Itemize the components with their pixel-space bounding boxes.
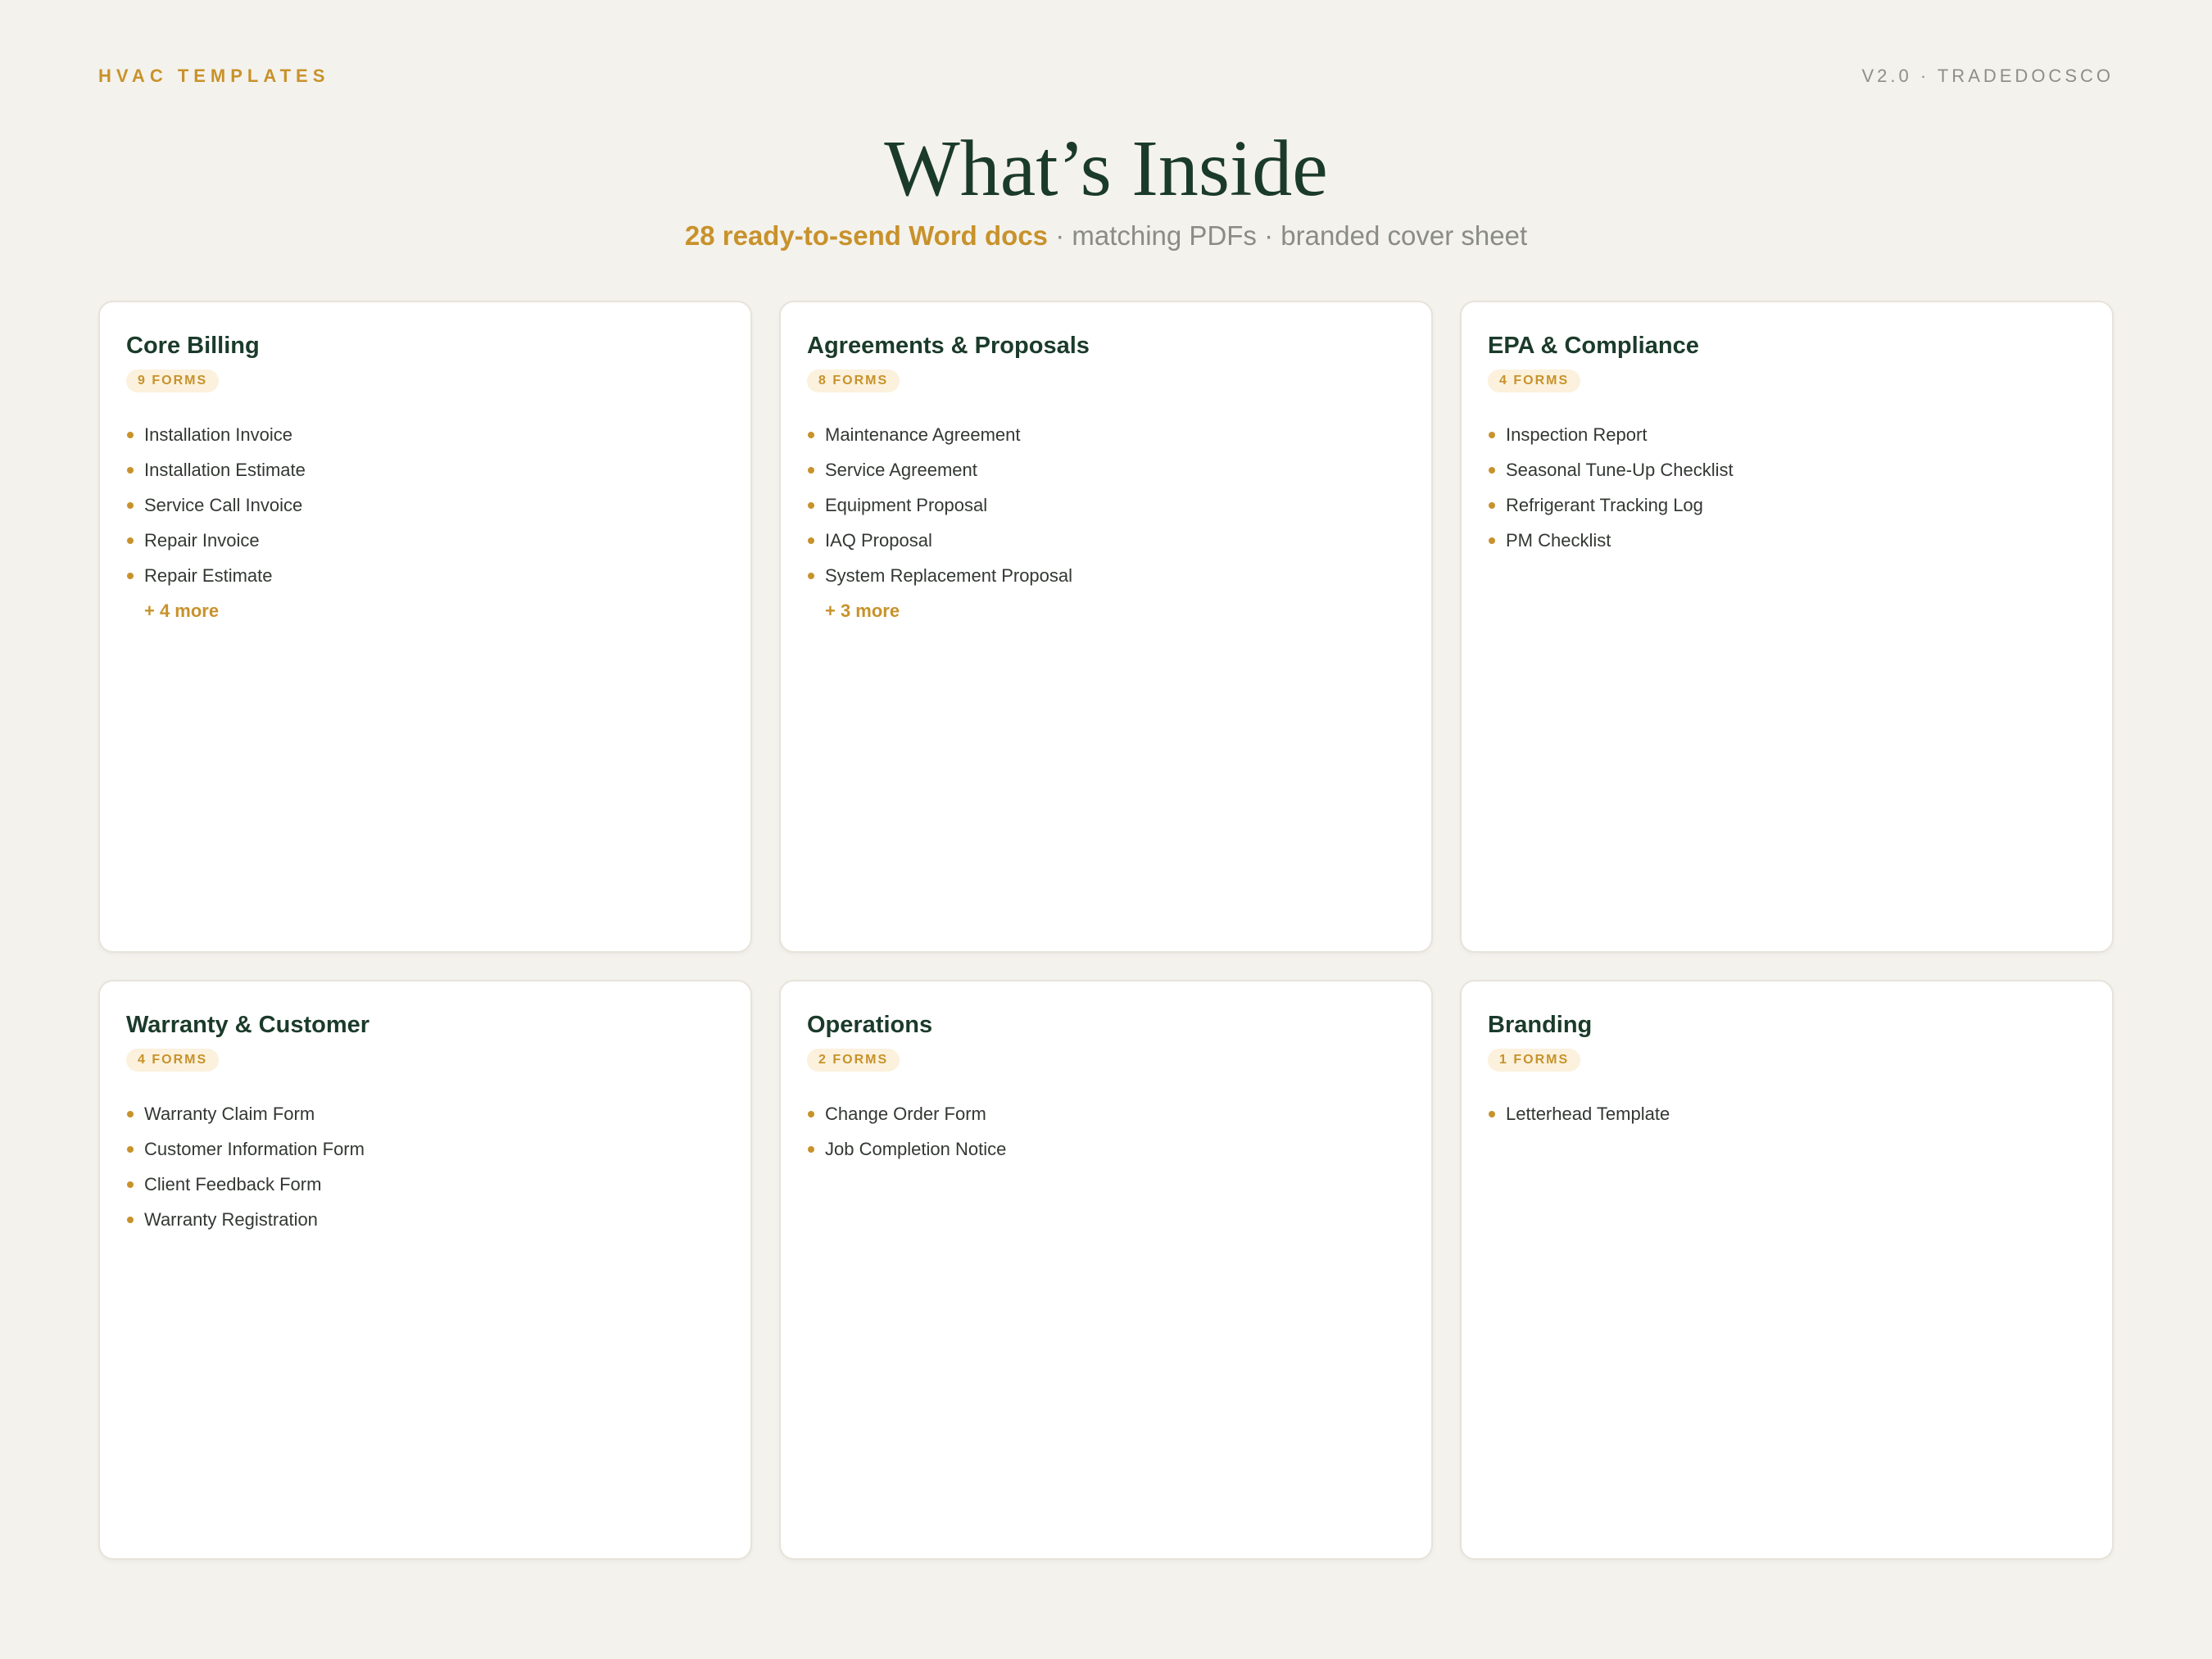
form-list-item: Service Call Invoice	[126, 487, 724, 523]
bullet-icon	[1489, 432, 1495, 438]
subtitle-rest: · matching PDFs · branded cover sheet	[1048, 220, 1528, 251]
form-count-badge: 9 FORMS	[126, 369, 220, 392]
form-name: Service Agreement	[825, 460, 977, 480]
bullet-icon	[808, 467, 814, 474]
form-count-badge: 4 FORMS	[126, 1049, 220, 1072]
form-name: Letterhead Template	[1506, 1104, 1670, 1124]
more-forms-link[interactable]: + 3 more	[807, 593, 1405, 628]
form-name: Warranty Claim Form	[144, 1104, 315, 1124]
form-name: Job Completion Notice	[825, 1139, 1007, 1159]
form-list: Inspection Report Seasonal Tune-Up Checkl…	[1488, 417, 2086, 558]
form-name: IAQ Proposal	[825, 530, 932, 551]
form-list-item: Change Order Form	[807, 1096, 1405, 1131]
form-list-item: Repair Estimate	[126, 558, 724, 593]
form-list-item: Warranty Registration	[126, 1202, 724, 1237]
form-list-item: Maintenance Agreement	[807, 417, 1405, 452]
bullet-icon	[808, 1111, 814, 1117]
bullet-icon	[808, 537, 814, 544]
form-list-item: Inspection Report	[1488, 417, 2086, 452]
bullet-icon	[127, 1181, 134, 1188]
bullet-icon	[808, 432, 814, 438]
category-card-warranty-customer: Warranty & Customer 4 FORMS Warranty Claim…	[98, 980, 752, 1560]
form-list-item: Client Feedback Form	[126, 1167, 724, 1202]
bullet-icon	[1489, 502, 1495, 509]
card-title: Agreements & Proposals	[807, 333, 1090, 359]
form-name: Customer Information Form	[144, 1139, 365, 1159]
form-name: Change Order Form	[825, 1104, 986, 1124]
card-title: Branding	[1488, 1012, 1593, 1038]
form-list-item: Warranty Claim Form	[126, 1096, 724, 1131]
form-name: Service Call Invoice	[144, 495, 303, 515]
bullet-icon	[127, 573, 134, 579]
form-list: Change Order Form Job Completion Notice	[807, 1096, 1405, 1167]
form-name: Refrigerant Tracking Log	[1506, 495, 1703, 515]
bullet-icon	[808, 1146, 814, 1153]
category-grid: Core Billing 9 FORMS Installation Invoice I…	[98, 301, 2114, 1560]
form-list-item: Equipment Proposal	[807, 487, 1405, 523]
form-list-item: Seasonal Tune-Up Checklist	[1488, 452, 2086, 487]
form-count-badge: 2 FORMS	[807, 1049, 900, 1072]
card-title: Operations	[807, 1012, 933, 1038]
form-name: PM Checklist	[1506, 530, 1611, 551]
bullet-icon	[808, 573, 814, 579]
form-list-item: Refrigerant Tracking Log	[1488, 487, 2086, 523]
category-card-operations: Operations 2 FORMS Change Order Form Job Co…	[779, 980, 1433, 1560]
category-card-core-billing: Core Billing 9 FORMS Installation Invoice I…	[98, 301, 752, 953]
version-label: V2.0 · TRADEDOCSCO	[1861, 66, 2114, 86]
form-list: Maintenance Agreement Service Agreement Eq…	[807, 417, 1405, 593]
form-name: Seasonal Tune-Up Checklist	[1506, 460, 1734, 480]
form-list: Installation Invoice Installation Estimat…	[126, 417, 724, 593]
form-list-item: IAQ Proposal	[807, 523, 1405, 558]
category-card-epa-compliance: EPA & Compliance 4 FORMS Inspection Report…	[1460, 301, 2114, 953]
card-title: EPA & Compliance	[1488, 333, 1699, 359]
page-subtitle: 28 ready-to-send Word docs · matching PD…	[0, 217, 2212, 255]
bullet-icon	[1489, 467, 1495, 474]
form-list-item: System Replacement Proposal	[807, 558, 1405, 593]
category-card-agreements: Agreements & Proposals 8 FORMS Maintenance…	[779, 301, 1433, 953]
form-name: Equipment Proposal	[825, 495, 988, 515]
bullet-icon	[808, 502, 814, 509]
form-list-item: Repair Invoice	[126, 523, 724, 558]
bullet-icon	[127, 502, 134, 509]
form-list-item: PM Checklist	[1488, 523, 2086, 558]
card-title: Warranty & Customer	[126, 1012, 370, 1038]
form-name: Inspection Report	[1506, 424, 1648, 445]
bullet-icon	[1489, 1111, 1495, 1117]
form-list-item: Customer Information Form	[126, 1131, 724, 1167]
bullet-icon	[127, 467, 134, 474]
form-list-item: Service Agreement	[807, 452, 1405, 487]
bullet-icon	[127, 1217, 134, 1223]
form-count-badge: 4 FORMS	[1488, 369, 1581, 392]
form-list-item: Letterhead Template	[1488, 1096, 2086, 1131]
more-forms-link[interactable]: + 4 more	[126, 593, 724, 628]
form-list-item: Installation Estimate	[126, 452, 724, 487]
form-name: System Replacement Proposal	[825, 565, 1073, 586]
form-name: Warranty Registration	[144, 1209, 318, 1230]
bullet-icon	[127, 537, 134, 544]
form-count-badge: 8 FORMS	[807, 369, 900, 392]
form-list-item: Job Completion Notice	[807, 1131, 1405, 1167]
form-name: Installation Estimate	[144, 460, 306, 480]
card-title: Core Billing	[126, 333, 260, 359]
bullet-icon	[127, 432, 134, 438]
bullet-icon	[127, 1146, 134, 1153]
form-name: Repair Estimate	[144, 565, 273, 586]
form-list: Letterhead Template	[1488, 1096, 2086, 1131]
form-name: Client Feedback Form	[144, 1174, 322, 1194]
form-name: Repair Invoice	[144, 530, 260, 551]
category-card-branding: Branding 1 FORMS Letterhead Template	[1460, 980, 2114, 1560]
subtitle-highlight: 28 ready-to-send Word docs	[684, 220, 1049, 251]
bullet-icon	[127, 1111, 134, 1117]
form-list: Warranty Claim Form Customer Information …	[126, 1096, 724, 1237]
form-list-item: Installation Invoice	[126, 417, 724, 452]
form-name: Maintenance Agreement	[825, 424, 1021, 445]
form-count-badge: 1 FORMS	[1488, 1049, 1581, 1072]
brand-label: HVAC TEMPLATES	[98, 66, 330, 86]
bullet-icon	[1489, 537, 1495, 544]
form-name: Installation Invoice	[144, 424, 292, 445]
page-title: What’s Inside	[884, 125, 1328, 213]
